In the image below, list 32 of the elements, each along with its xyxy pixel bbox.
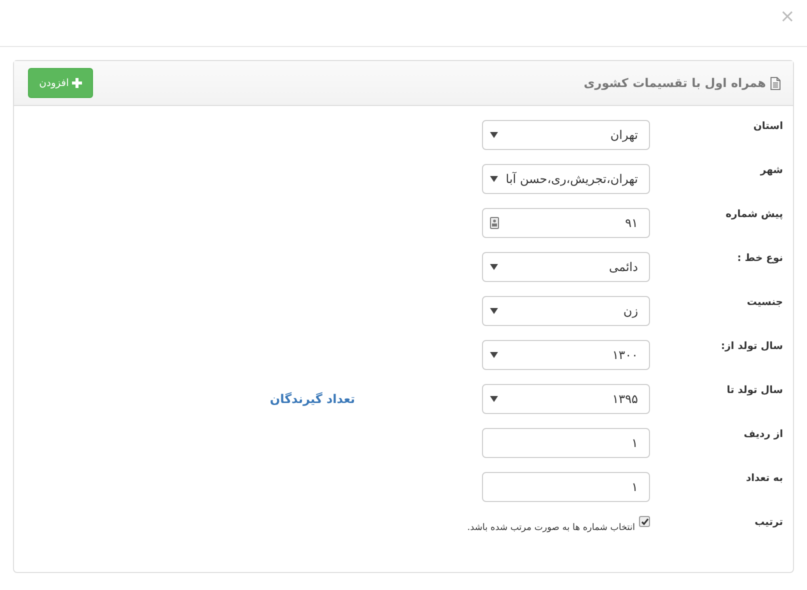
checkbox[interactable] (639, 516, 650, 527)
field-label: از ردیف (742, 428, 784, 440)
document-icon (770, 76, 781, 90)
field-label: پیش شماره (724, 208, 784, 220)
dropdown[interactable]: تهران،تجریش،ری،حسن آبا (482, 164, 650, 194)
field-label: جنسیت (746, 296, 784, 308)
dropdown[interactable]: زن (482, 296, 650, 326)
input-field[interactable]: ۱ (482, 428, 650, 458)
dropdown[interactable]: ۱۳۹۵ (482, 384, 650, 414)
input-field[interactable]: ۱ (482, 472, 650, 502)
field-label: استان (752, 120, 784, 132)
contact-card-icon (490, 217, 499, 229)
caret-icon (490, 352, 498, 358)
plus-icon (72, 78, 82, 88)
checkbox-label: انتخاب شماره ها به صورت مرتب شده باشد. (467, 523, 635, 533)
field-label: ترتیب (754, 516, 784, 528)
dropdown[interactable]: تهران (482, 120, 650, 150)
caret-icon (490, 308, 498, 314)
field-label: شهر (759, 164, 784, 176)
caret-icon (490, 264, 498, 270)
field-label: نوع خط : (736, 252, 784, 264)
field-label: سال تولد تا (726, 384, 784, 396)
input-field[interactable]: ۹۱ (482, 208, 650, 238)
caret-icon (490, 132, 498, 138)
dropdown[interactable]: دائمی (482, 252, 650, 282)
field-label: به تعداد (744, 472, 784, 484)
panel-title: همراه اول با تقسیمات کشوری (584, 76, 766, 90)
recipients-count-label: تعداد گیرندگان (268, 392, 356, 406)
dropdown[interactable]: ۱۳۰۰ (482, 340, 650, 370)
caret-icon (490, 176, 498, 182)
field-label: سال تولد از: (720, 340, 784, 352)
caret-icon (490, 396, 498, 402)
